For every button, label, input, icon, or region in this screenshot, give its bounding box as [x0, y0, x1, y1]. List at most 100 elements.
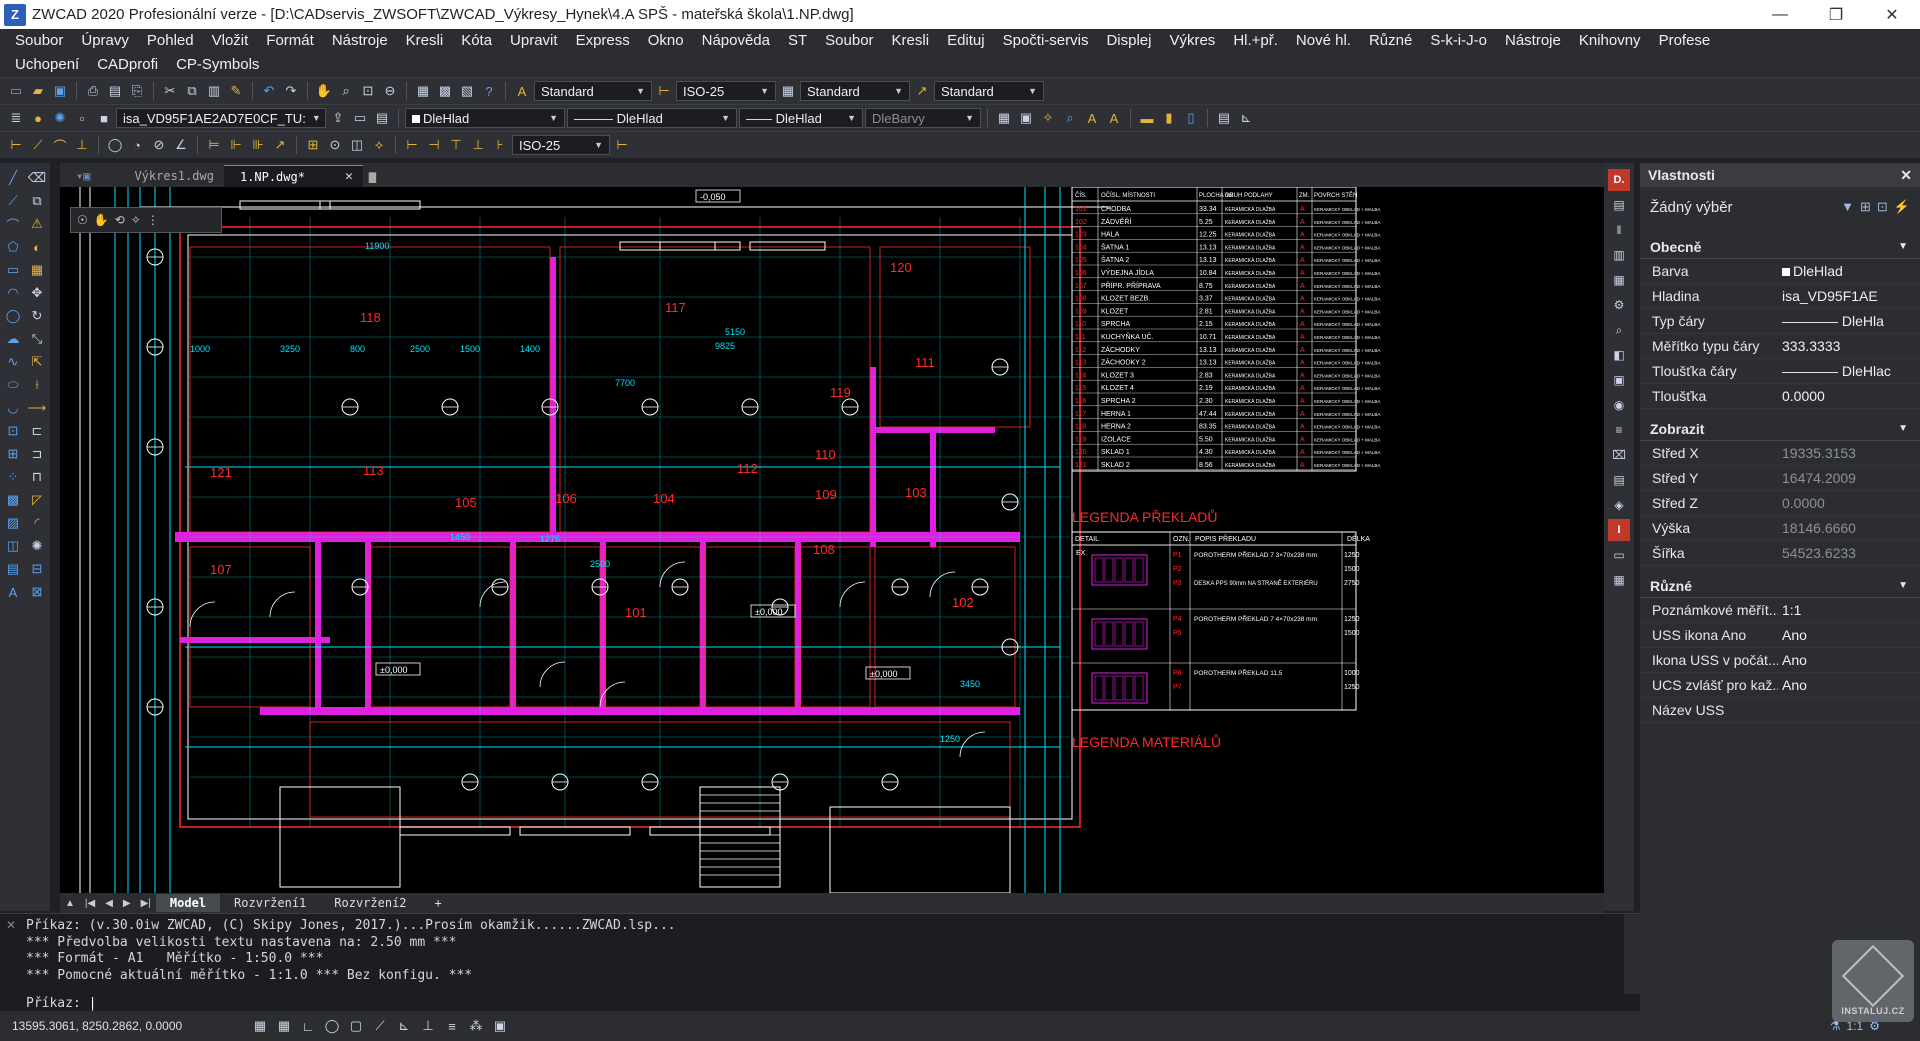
menu-kóta[interactable]: Kóta — [452, 29, 501, 53]
menu-edituj[interactable]: Edituj — [938, 29, 994, 53]
offset-icon[interactable]: ◐ — [26, 236, 48, 258]
menu-kresli[interactable]: Kresli — [397, 29, 453, 53]
match-properties-icon[interactable]: ✎ — [226, 81, 246, 101]
layers-icon[interactable]: ≡ — [1608, 419, 1630, 441]
zoom-previous-icon[interactable]: ⊖ — [380, 81, 400, 101]
print-icon[interactable]: ⎙ — [83, 81, 103, 101]
add-layout-button[interactable]: + — [421, 894, 456, 912]
extend-icon[interactable]: ⟶ — [26, 397, 48, 419]
menu-express[interactable]: Express — [567, 29, 639, 53]
join-icon[interactable]: ⊓ — [26, 466, 48, 488]
zoom-realtime-icon[interactable]: ⌕ — [336, 81, 356, 101]
dim-text-edit-icon[interactable]: ⊣ — [424, 135, 444, 155]
text-style-select[interactable]: Standard ▼ — [534, 81, 652, 101]
mtext-icon[interactable]: A — [1104, 108, 1124, 128]
dim-space-icon[interactable]: ⊦ — [490, 135, 510, 155]
dyn-icon[interactable]: ⊥ — [418, 1016, 438, 1036]
circle-icon[interactable]: ◯ — [2, 305, 24, 327]
gradient-icon[interactable]: ▮ — [1159, 108, 1179, 128]
drawing-canvas[interactable]: 118 117 120 111 119 121 113 105 106 104 112 110 109 1… — [60, 187, 1604, 893]
lineweight-icon[interactable]: ≡ — [442, 1016, 462, 1036]
chevron-down-icon[interactable]: ▼ — [1841, 199, 1854, 215]
color-select[interactable]: DleHlad ▼ — [405, 108, 565, 128]
dim-override-icon[interactable]: ⊥ — [468, 135, 488, 155]
minimize-button[interactable]: — — [1752, 0, 1808, 29]
ordinate-dim-icon[interactable]: ⊥ — [72, 135, 92, 155]
preview-icon[interactable]: ▤ — [105, 81, 125, 101]
menu-spočti-servis[interactable]: Spočti-servis — [994, 29, 1098, 53]
insert-icon[interactable]: ▣ — [1016, 108, 1036, 128]
property-row[interactable]: Barva DleHlad — [1640, 259, 1920, 284]
menu-cp-symbols[interactable]: CP-Symbols — [167, 53, 268, 77]
magnify-icon[interactable]: ⌕ — [1608, 319, 1630, 341]
stretch-icon[interactable]: ⇱ — [26, 351, 48, 373]
tab-first-icon[interactable]: ▲ — [60, 898, 80, 909]
line-icon[interactable]: ╱ — [2, 167, 24, 189]
center-mark-icon[interactable]: ⊙ — [325, 135, 345, 155]
drawing-tools-icon[interactable]: D. — [1608, 169, 1630, 191]
tool-palette-icon[interactable]: ▧ — [457, 81, 477, 101]
linear-dim-icon[interactable]: ⊢ — [6, 135, 26, 155]
quick-select-icon[interactable]: ⚡ — [1894, 199, 1910, 215]
clip-icon[interactable]: ⌧ — [1608, 444, 1630, 466]
copy-object-icon[interactable]: ⧉ — [26, 190, 48, 212]
menu-nástroje[interactable]: Nástroje — [323, 29, 397, 53]
grid-display-icon[interactable]: ▦ — [274, 1016, 294, 1036]
select-objects-icon[interactable]: ⊡ — [1877, 199, 1888, 215]
array-icon[interactable]: ▦ — [26, 259, 48, 281]
otrack-icon[interactable]: ⟋ — [370, 1016, 390, 1036]
menu-kresli[interactable]: Kresli — [883, 29, 939, 53]
property-row[interactable]: Tloušťka 0.0000 — [1640, 384, 1920, 409]
card-icon[interactable]: ▭ — [1608, 544, 1630, 566]
tab-rozvrzeni1[interactable]: Rozvržení1 — [220, 894, 320, 912]
region-icon[interactable]: ▯ — [1181, 108, 1201, 128]
cut-icon[interactable]: ✂ — [160, 81, 180, 101]
help-icon[interactable]: ? — [479, 81, 499, 101]
linetype-select[interactable]: ——— DleHlad ▼ — [567, 108, 737, 128]
table-style-select[interactable]: Standard ▼ — [800, 81, 910, 101]
property-row[interactable]: Ikona USS v počát... Ano — [1640, 648, 1920, 673]
tab-prev-icon[interactable]: |◀ — [80, 898, 100, 909]
grid-icon[interactable]: ▦ — [1608, 269, 1630, 291]
scale-icon[interactable]: ⤡ — [26, 328, 48, 350]
publish-icon[interactable]: ⎘ — [127, 81, 147, 101]
baseline-dim-icon[interactable]: ⊩ — [226, 135, 246, 155]
selection-cycling-icon[interactable]: ▣ — [490, 1016, 510, 1036]
ducs-icon[interactable]: ⊾ — [394, 1016, 414, 1036]
property-value[interactable]: DleHlad — [1778, 263, 1920, 279]
property-group-header[interactable]: Různé ▼ — [1640, 574, 1920, 598]
save-icon[interactable]: ▣ — [50, 81, 70, 101]
polyline-icon[interactable]: ⌒ — [2, 213, 24, 235]
hatch-draw-icon[interactable]: ▩ — [2, 489, 24, 511]
note-icon[interactable]: ▤ — [1608, 469, 1630, 491]
tab-forward-icon[interactable]: ▶ — [118, 898, 136, 909]
fillet-icon[interactable]: ◜ — [26, 512, 48, 534]
redo-icon[interactable]: ↷ — [281, 81, 301, 101]
text-icon[interactable]: A — [1082, 108, 1102, 128]
list-icon[interactable]: ▥ — [1608, 244, 1630, 266]
properties-icon[interactable]: ▦ — [413, 81, 433, 101]
xline-icon[interactable]: ⟋ — [2, 190, 24, 212]
undo-icon[interactable]: ↶ — [259, 81, 279, 101]
property-row[interactable]: USS ikona Ano Ano — [1640, 623, 1920, 648]
tab-last-icon[interactable]: ▶| — [136, 898, 156, 909]
menu-upravit[interactable]: Upravit — [501, 29, 567, 53]
align-icon[interactable]: ⊠ — [26, 581, 48, 603]
aligned-dim-icon[interactable]: ⟋ — [28, 135, 48, 155]
property-row[interactable]: Tloušťka čáry ———— DleHlac — [1640, 359, 1920, 384]
menu-nástroje[interactable]: Nástroje — [1496, 29, 1570, 53]
properties-edit-icon[interactable]: ⊟ — [26, 558, 48, 580]
zoom-extents-icon[interactable]: ⌕ — [1060, 108, 1080, 128]
paste-icon[interactable]: ▥ — [204, 81, 224, 101]
stamp-icon[interactable]: ◈ — [1608, 494, 1630, 516]
table-icon[interactable]: ▤ — [1214, 108, 1234, 128]
hatch-icon[interactable]: ▬ — [1137, 108, 1157, 128]
chamfer-icon[interactable]: ◸ — [26, 489, 48, 511]
tab-1np[interactable]: 1.NP.dwg* ✕ — [223, 165, 363, 187]
angular-dim-icon[interactable]: ∠ — [171, 135, 191, 155]
stack-icon[interactable]: ▣ — [1608, 369, 1630, 391]
property-value[interactable]: isa_VD95F1AE — [1778, 288, 1920, 304]
dim-style-select[interactable]: ISO-25 ▼ — [676, 81, 776, 101]
menu-cadprofi[interactable]: CADprofi — [88, 53, 167, 77]
menu-displej[interactable]: Displej — [1097, 29, 1160, 53]
